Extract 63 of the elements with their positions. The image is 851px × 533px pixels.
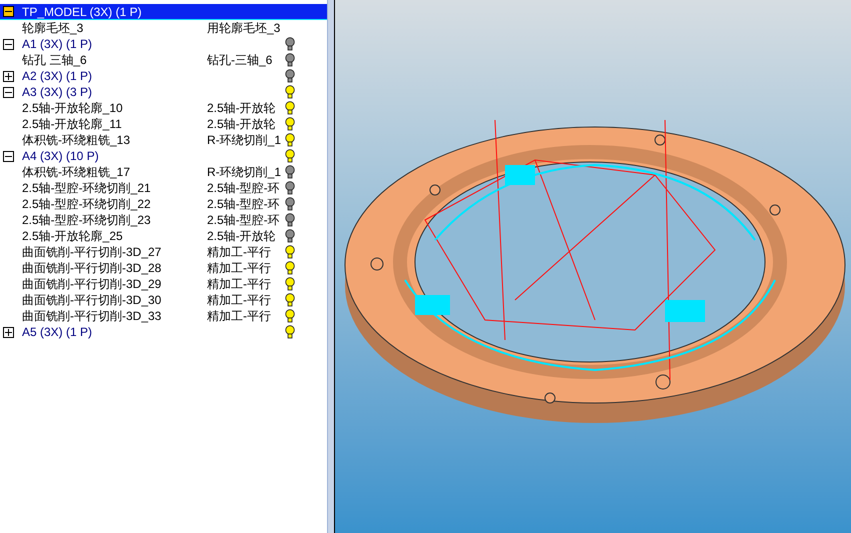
light-bulb-icon[interactable]	[285, 229, 295, 243]
operation-description: 精加工-平行	[207, 278, 272, 290]
operation-name[interactable]: 轮廓毛坯_3	[0, 22, 207, 34]
light-bulb-icon[interactable]	[285, 277, 295, 291]
light-bulb-icon[interactable]	[285, 149, 295, 163]
operation-name[interactable]: 曲面铣削-平行切削-3D_28	[0, 262, 207, 274]
operation-description: 精加工-平行	[207, 262, 272, 274]
collapse-toggle[interactable]	[3, 38, 14, 50]
operation-name[interactable]: 体积铣-环绕粗铣_17	[0, 166, 207, 178]
group-label[interactable]: A2 (3X) (1 P)	[22, 70, 285, 82]
group-label[interactable]: A5 (3X) (1 P)	[22, 326, 285, 338]
operation-name[interactable]: 体积铣-环绕粗铣_13	[0, 134, 207, 146]
operation-name[interactable]: 2.5轴-开放轮廓_11	[0, 118, 207, 130]
operation-description: 2.5轴-型腔-环	[207, 198, 281, 210]
expand-toggle[interactable]	[3, 70, 14, 82]
operation-name[interactable]: 2.5轴-型腔-环绕切削_21	[0, 182, 207, 194]
collapse-toggle[interactable]	[3, 150, 14, 162]
light-bulb-icon[interactable]	[285, 293, 295, 307]
group-label[interactable]: TP_MODEL (3X) (1 P)	[22, 6, 285, 18]
light-bulb-icon[interactable]	[285, 261, 295, 275]
light-bulb-icon[interactable]	[285, 37, 295, 51]
group-label[interactable]: A3 (3X) (3 P)	[22, 86, 285, 98]
group-label[interactable]: A1 (3X) (1 P)	[22, 38, 285, 50]
light-bulb-icon[interactable]	[285, 197, 295, 211]
light-bulb-icon[interactable]	[285, 325, 295, 339]
light-bulb-icon[interactable]	[285, 213, 295, 227]
operation-name[interactable]: 2.5轴-开放轮廓_10	[0, 102, 207, 114]
operation-description: 2.5轴-型腔-环	[207, 214, 281, 226]
operation-name[interactable]: 曲面铣削-平行切削-3D_29	[0, 278, 207, 290]
operation-description: 精加工-平行	[207, 294, 272, 306]
operation-name[interactable]: 曲面铣削-平行切削-3D_27	[0, 246, 207, 258]
operation-name[interactable]: 曲面铣削-平行切削-3D_33	[0, 310, 207, 322]
light-bulb-icon[interactable]	[285, 85, 295, 99]
operation-description: 2.5轴-型腔-环	[207, 182, 281, 194]
operation-description: R-环绕切削_1	[207, 166, 282, 178]
light-bulb-icon[interactable]	[285, 181, 295, 195]
operation-description: 钻孔-三轴_6	[207, 54, 274, 66]
operation-description: 2.5轴-开放轮	[207, 230, 277, 242]
light-bulb-icon[interactable]	[285, 165, 295, 179]
operation-description: 精加工-平行	[207, 246, 272, 258]
operation-description: R-环绕切削_1	[207, 134, 282, 146]
operation-name[interactable]: 2.5轴-型腔-环绕切削_23	[0, 214, 207, 226]
expand-toggle[interactable]	[3, 326, 14, 338]
operation-description: 精加工-平行	[207, 310, 272, 322]
collapse-toggle[interactable]	[3, 6, 14, 17]
light-bulb-icon[interactable]	[285, 117, 295, 131]
light-bulb-icon[interactable]	[285, 69, 295, 83]
scrollbar[interactable]	[327, 0, 334, 533]
operation-description: 2.5轴-开放轮	[207, 118, 277, 130]
light-bulb-icon[interactable]	[285, 133, 295, 147]
selected-row[interactable]: TP_MODEL (3X) (1 P)	[0, 4, 327, 20]
light-bulb-icon[interactable]	[285, 309, 295, 323]
light-bulb-icon[interactable]	[285, 101, 295, 115]
operation-name[interactable]: 2.5轴-开放轮廓_25	[0, 230, 207, 242]
light-bulb-icon[interactable]	[285, 245, 295, 259]
group-label[interactable]: A4 (3X) (10 P)	[22, 150, 285, 162]
operation-description: 用轮廓毛坯_3	[207, 22, 282, 34]
light-bulb-icon[interactable]	[285, 53, 295, 67]
operation-name[interactable]: 曲面铣削-平行切削-3D_30	[0, 294, 207, 306]
operation-description: 2.5轴-开放轮	[207, 102, 277, 114]
operation-name[interactable]: 钻孔 三轴_6	[0, 54, 207, 66]
operation-name[interactable]: 2.5轴-型腔-环绕切削_22	[0, 198, 207, 210]
collapse-toggle[interactable]	[3, 86, 14, 98]
